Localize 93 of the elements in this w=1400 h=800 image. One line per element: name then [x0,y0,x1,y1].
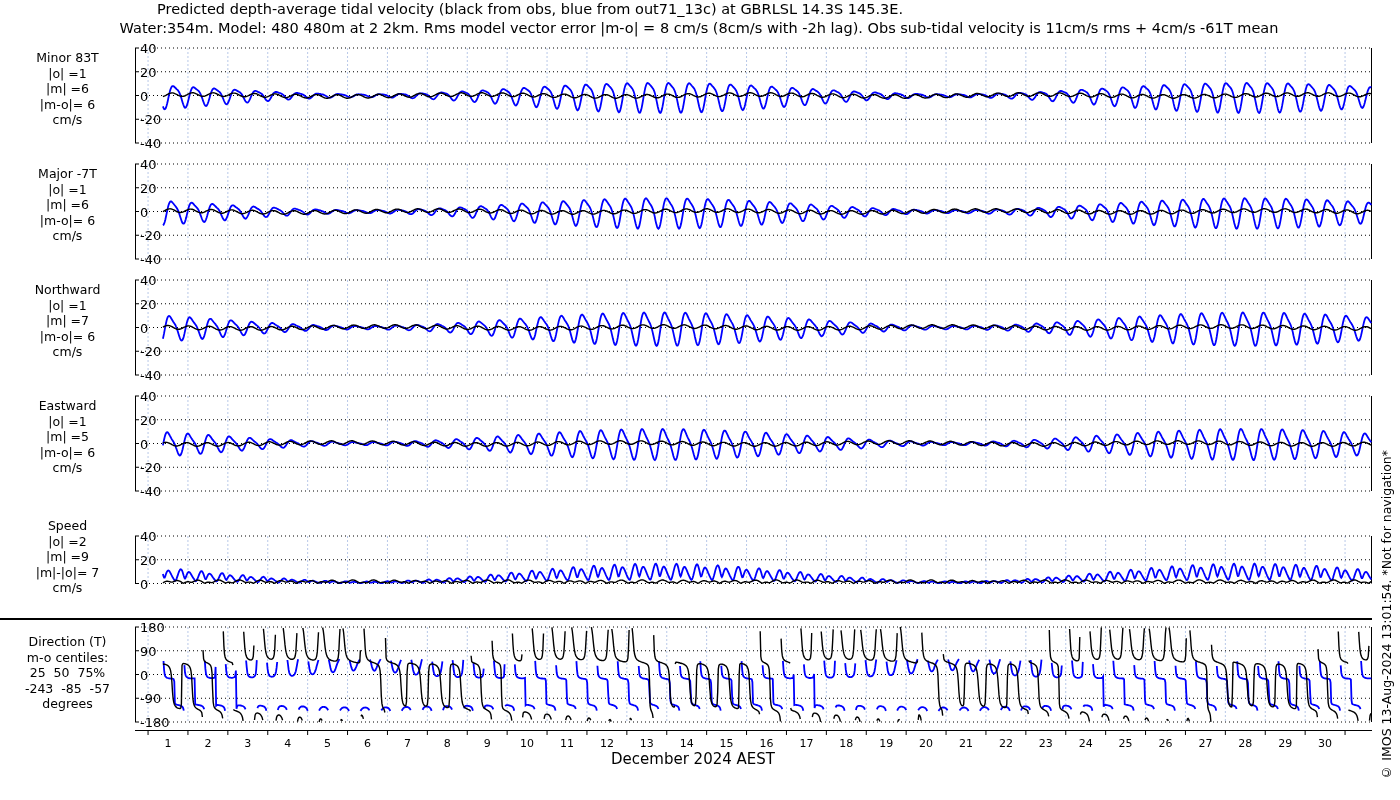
x-tick-label: 16 [759,737,774,750]
x-tick-label: 22 [998,737,1013,750]
x-tick-label: 27 [1198,737,1213,750]
y-tick-label: 40 [140,273,157,288]
y-tick-label: 0 [140,88,149,104]
panel-label: |m-o|= 6 [39,96,96,112]
panel-label: |m| =7 [46,313,89,329]
panel-label: -243 -85 -57 [24,680,111,696]
panel-label: |m| =5 [46,429,89,445]
x-tick-label: 24 [1078,737,1093,750]
x-tick-label: 8 [443,737,451,750]
y-tick-label: 40 [140,41,157,56]
x-tick-label: 20 [919,737,934,750]
x-tick-label: 28 [1238,737,1253,750]
y-tick-label: 20 [140,412,157,428]
x-tick-label: 2 [204,737,212,750]
panel-label: |o| =1 [48,181,87,197]
x-tick-label: 12 [599,737,614,750]
chart-title: Predicted depth-average tidal velocity (black from obs, blue from out71_13c) at GBRLSL 14.3S 145.3E. [156,0,904,19]
panel-label: |o| =2 [48,533,87,549]
panel-label: |m| =6 [46,197,89,213]
y-tick-label: -180 [140,715,170,730]
x-tick-label: 30 [1318,737,1333,750]
y-tick-label: 20 [140,296,157,312]
chart-subtitle: Water:354m. Model: 480 480m at 2 2km. Rms model vector error |m-o| = 8 cm/s (8cm/s with -2h lag). Obs sub-tidal velocity is 11cm/s rms + 4cm/s -61T mean [118,19,1280,38]
x-tick-label: 4 [284,737,292,750]
panel-label: cm/s [52,580,83,596]
y-tick-label: 20 [140,552,157,568]
panel-label: |m| =6 [46,81,89,97]
y-tick-label: 0 [140,576,149,592]
y-tick-label: -20 [140,112,162,128]
panel-label: cm/s [52,460,83,476]
y-axis [135,535,140,584]
panel-label: |m|-|o|= 7 [35,564,100,580]
panel-label: 25 50 75% [29,665,106,681]
panel-label: |o| =1 [48,413,87,429]
panel-label: |m-o|= 6 [39,444,96,460]
panel-label: cm/s [52,228,83,244]
x-tick-label: 19 [879,737,894,750]
y-tick-label: 0 [140,204,149,220]
y-tick-label: 0 [140,667,149,683]
x-tick-label: 25 [1118,737,1133,750]
panel-label: Minor 83T [36,50,99,66]
y-tick-label: -20 [140,228,162,244]
panel-label: |o| =1 [48,65,87,81]
panel-label: |o| =1 [48,297,87,313]
y-tick-label: 40 [140,157,157,172]
panel-label: cm/s [52,112,83,128]
y-tick-label: -90 [140,691,162,707]
x-tick-label: 14 [679,737,694,750]
x-tick-label: 11 [560,737,574,750]
x-tick-label: 3 [244,737,252,750]
x-tick-label: 9 [483,737,491,750]
x-tick-label: 10 [520,737,535,750]
x-tick-label: 1 [164,737,172,750]
y-tick-label: 40 [140,389,157,404]
panel-label: Major -7T [38,166,97,182]
panel-label: Eastward [38,398,97,414]
y-tick-label: 40 [140,529,157,544]
copyright-note: © IMOS 13-Aug-2024 13:01:54. *Not for navigation* [1378,450,1394,780]
x-tick-label: 6 [364,737,371,750]
x-tick-label: 7 [403,737,411,750]
panel-label: |m-o|= 6 [39,328,96,344]
x-axis-label: December 2024 AEST [611,750,775,768]
panel-label: m-o centiles: [26,649,109,665]
x-tick-label: 5 [324,737,332,750]
x-tick-label: 29 [1278,737,1293,750]
y-tick-label: -20 [140,344,162,360]
y-tick-label: 90 [140,643,157,659]
y-tick-label: -40 [140,252,162,267]
y-tick-label: 0 [140,320,149,336]
x-tick-label: 18 [839,737,854,750]
panel-label: degrees [42,696,93,712]
x-tick-label: 26 [1158,737,1173,750]
panel-label: |m-o|= 6 [39,212,96,228]
panel-label: Northward [34,282,101,298]
x-tick-label: 17 [799,737,814,750]
y-tick-label: -20 [140,460,162,476]
y-tick-label: -40 [140,368,162,383]
x-tick-label: 15 [719,737,734,750]
y-tick-label: -40 [140,136,162,151]
y-tick-label: 180 [140,620,165,635]
y-tick-label: 0 [140,436,149,452]
panel-label: Direction (T) [28,634,107,650]
panel-label: Speed [47,518,88,534]
y-tick-label: -40 [140,484,162,499]
panel-label: cm/s [52,344,83,360]
panel-label: |m| =9 [46,549,89,565]
x-tick-label: 23 [1038,737,1053,750]
x-tick-label: 21 [959,737,973,750]
y-tick-label: 20 [140,180,157,196]
x-tick-label: 13 [639,737,654,750]
y-tick-label: 20 [140,64,157,80]
